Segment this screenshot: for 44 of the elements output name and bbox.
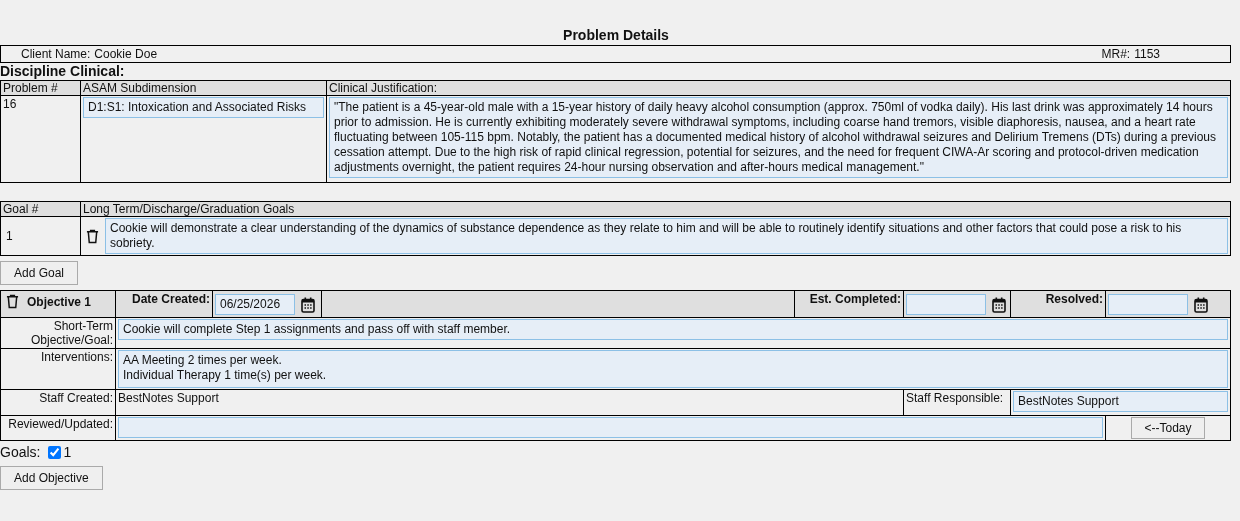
goal-checkbox[interactable]: [48, 445, 62, 459]
calendar-icon[interactable]: [301, 296, 315, 313]
mr-label: MR#:: [1101, 47, 1131, 61]
add-goal-button[interactable]: Add Goal: [0, 261, 79, 285]
column-header: Goal #: [0, 201, 81, 217]
date-field[interactable]: 06/25/2026: [215, 294, 295, 315]
column-header: Clinical Justification:: [326, 80, 1231, 96]
add-objective-button[interactable]: Add Objective: [0, 466, 103, 490]
page-title: Problem Details: [562, 27, 670, 45]
checkbox-label: 1: [63, 444, 72, 460]
section-heading: Discipline Clinical:: [0, 63, 126, 80]
field-label: Interventions:: [0, 348, 116, 390]
mr-number: 1153: [1134, 47, 1160, 61]
field-label: Est. Completed:: [794, 290, 904, 318]
trash-icon[interactable]: [6, 294, 19, 309]
table-cell: 16: [0, 95, 81, 183]
client-name-label: Client Name:: [21, 47, 91, 61]
field-label: Resolved:: [1010, 290, 1106, 318]
staff-name: BestNotes Support: [115, 389, 904, 416]
field-label: Date Created:: [115, 290, 213, 318]
table-cell: 1: [0, 216, 81, 256]
column-header: Long Term/Discharge/Graduation Goals: [80, 201, 1231, 217]
column-header: Problem #: [0, 80, 81, 96]
goal-field[interactable]: Cookie will demonstrate a clear understanding of the dynamics of substance dependence as they relate to him and will be able to routinely identify situations and other factors that could pose a risk to his sobriety.: [105, 218, 1228, 254]
today-button[interactable]: <--Today: [1131, 417, 1205, 439]
staff-field[interactable]: BestNotes Support: [1013, 391, 1228, 412]
reviewed-field[interactable]: [118, 417, 1103, 438]
goals-label: Goals:: [0, 444, 41, 460]
field-label: Staff Responsible:: [903, 389, 1011, 416]
client-name: Cookie Doe: [94, 47, 158, 61]
column-header: ASAM Subdimension: [80, 80, 327, 96]
date-field[interactable]: [906, 294, 986, 315]
subdimension-field[interactable]: D1:S1: Intoxication and Associated Risks: [83, 97, 324, 118]
calendar-icon[interactable]: [1194, 296, 1208, 313]
objective-title: Objective 1: [27, 294, 92, 309]
date-field[interactable]: [1108, 294, 1188, 315]
field-label: Staff Created:: [0, 389, 116, 416]
field-label: Reviewed/Updated:: [0, 415, 116, 441]
calendar-icon[interactable]: [992, 296, 1006, 313]
justification-field[interactable]: "The patient is a 45-year-old male with a 15-year history of daily heavy alcohol consumption (approx. 750ml of vodka daily). His last drink was approximately 14 hours prior to admission. He is currently exhibiting moderately severe withdrawal symptoms, including coarse hand tremors, visible diaphoresis, nausea, and a heart rate fluctuating between 105-115 bpm. Notably, the patient has a documented medical history of alcohol withdrawal seizures and Delirium Tremens (DTs) during a previous cessation attempt. Due to the high risk of rapid clinical regression, potential for seizures, and the need for frequent CIWA-Ar scoring and protocol-driven medication adjustments overnight, the patient requires 24-hour nursing observation and after-hours medical management.": [329, 97, 1228, 178]
interventions-field[interactable]: AA Meeting 2 times per week. Individual Therapy 1 time(s) per week.: [118, 350, 1228, 388]
trash-icon[interactable]: [86, 228, 99, 244]
field-label: Short-Term Objective/Goal:: [0, 317, 116, 349]
objective-field[interactable]: Cookie will complete Step 1 assignments and pass off with staff member.: [118, 319, 1228, 340]
